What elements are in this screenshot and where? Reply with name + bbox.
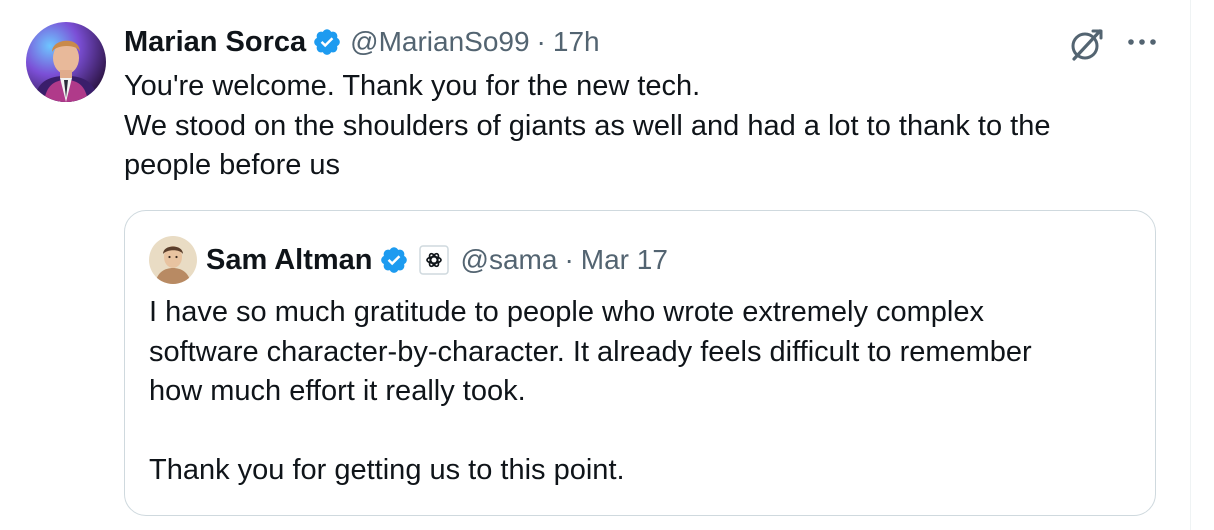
quoted-tweet-card[interactable]: Sam Altman @sama · Mar 17 I have so much… — [124, 210, 1156, 516]
quoted-text-line: how much effort it really took. — [149, 375, 526, 407]
quoted-header-separator: · — [564, 244, 574, 275]
author-display-name[interactable]: Marian Sorca — [124, 26, 306, 59]
tweet-text-line: people before us — [124, 149, 341, 181]
tweet-timestamp[interactable]: 17h — [553, 26, 600, 58]
header-separator: · — [536, 26, 546, 57]
column-divider — [1190, 0, 1191, 530]
openai-logo-icon[interactable] — [418, 245, 449, 275]
tweet-body: You're welcome. Thank you for the new te… — [124, 67, 1164, 186]
more-dots-icon[interactable] — [1126, 36, 1158, 48]
tweet-text-line: We stood on the shoulders of giants as w… — [124, 109, 1051, 142]
author-handle[interactable]: @MarianSo99 — [350, 26, 529, 58]
quoted-text-line: software character-by-character. It alre… — [149, 335, 1032, 368]
quoted-tweet-header: Sam Altman @sama · Mar 17 — [206, 239, 668, 281]
tweet-header: Marian Sorca @MarianSo99 · 17h — [124, 22, 600, 62]
quoted-tweet-timestamp[interactable]: Mar 17 — [581, 244, 668, 276]
grok-icon[interactable] — [1066, 25, 1106, 65]
quoted-text-line: Thank you for getting us to this point. — [149, 454, 625, 486]
quoted-author-display-name[interactable]: Sam Altman — [206, 244, 373, 277]
verified-badge-icon — [314, 29, 340, 55]
quoted-text-line: I have so much gratitude to people who w… — [149, 296, 984, 328]
verified-badge-icon — [380, 247, 407, 273]
author-avatar[interactable] — [26, 22, 106, 102]
quoted-text-line — [149, 412, 1139, 452]
quoted-tweet-body: I have so much gratitude to people who w… — [149, 293, 1139, 491]
quoted-author-avatar[interactable] — [149, 236, 197, 284]
tweet-text-line: You're welcome. Thank you for the new te… — [124, 70, 701, 102]
quoted-author-handle[interactable]: @sama — [461, 244, 558, 276]
